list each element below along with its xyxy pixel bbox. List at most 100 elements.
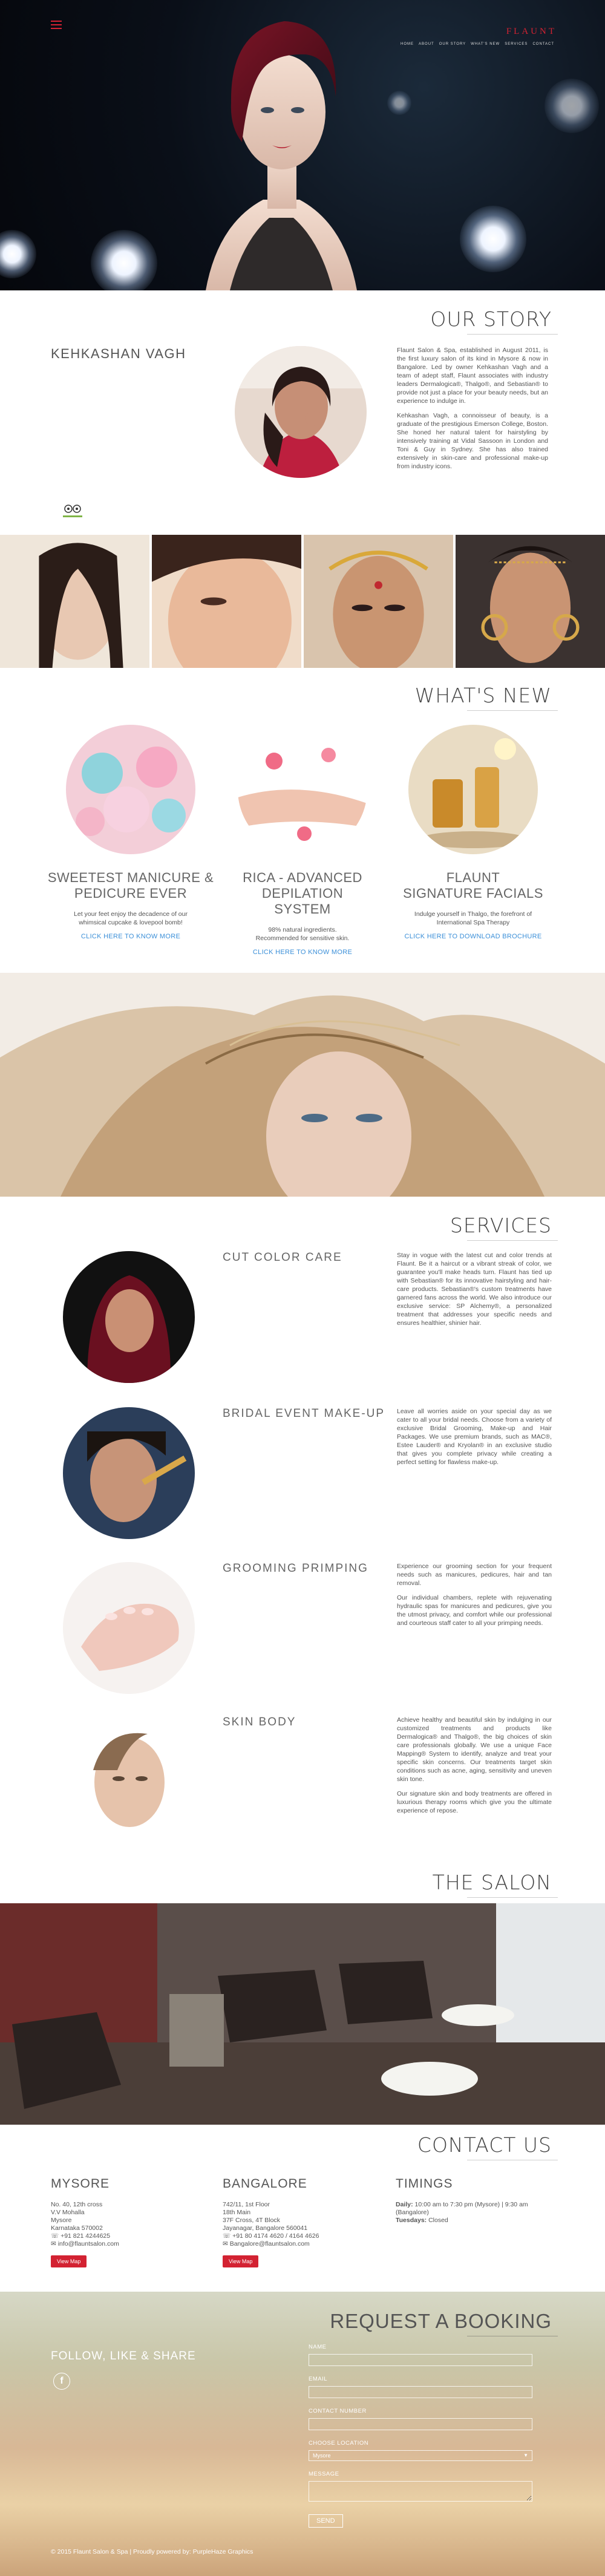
address-line: No. 40, 12th cross	[51, 2201, 103, 2208]
service-text: Stay in vogue with the latest cut and co…	[397, 1251, 552, 1333]
location-value: Mysore	[313, 2453, 331, 2459]
gallery-photo[interactable]	[304, 535, 453, 668]
service-text: Experience our grooming section for your…	[397, 1562, 552, 1633]
address-line: 742/11, 1st Floor	[223, 2201, 270, 2208]
model-illustration	[206, 21, 357, 290]
message-textarea[interactable]	[309, 2481, 532, 2502]
section-title-contact: CONTACT US	[417, 2133, 558, 2160]
mail-icon: ✉	[223, 2240, 230, 2247]
know-more-link[interactable]: CLICK HERE TO KNOW MORE	[46, 933, 215, 940]
download-brochure-link[interactable]: CLICK HERE TO DOWNLOAD BROCHURE	[388, 933, 558, 940]
location-select[interactable]: Mysore ▼	[309, 2450, 532, 2461]
nav-home[interactable]: HOME	[401, 42, 414, 46]
grooming-photo	[63, 1562, 195, 1694]
contact-label: CONTACT NUMBER	[309, 2408, 367, 2414]
skin-body-photo	[63, 1716, 195, 1848]
photo-gallery	[0, 535, 605, 668]
menu-icon[interactable]	[51, 21, 62, 29]
service-paragraph: Leave all worries aside on your special …	[397, 1408, 552, 1466]
nav-about[interactable]: ABOUT	[419, 42, 434, 46]
message-label: MESSAGE	[309, 2471, 339, 2477]
whats-new-card-rica: RICA - ADVANCED DEPILATION SYSTEM 98% na…	[218, 725, 387, 956]
phone-number[interactable]: +91 821 4244625	[60, 2232, 110, 2240]
phone-line: ☏ +91 80 4174 4620 / 4164 4626	[223, 2232, 374, 2240]
address-line: V.V Mohalla	[51, 2209, 85, 2216]
contact-bangalore: BANGALORE 742/11, 1st Floor 18th Main 37…	[223, 2177, 374, 2267]
card-description: International Spa Therapy	[436, 919, 510, 926]
nav-our-story[interactable]: OUR STORY	[439, 42, 466, 46]
facial-products-photo	[408, 725, 538, 854]
card-description: Indulge yourself in Thalgo, the forefron…	[414, 910, 532, 918]
story-paragraph: Flaunt Salon & Spa, established in Augus…	[397, 347, 548, 405]
mail-icon: ✉	[51, 2240, 58, 2247]
footer-text: © 2015 Flaunt Salon & Spa | Proudly powe…	[51, 2548, 253, 2555]
email-input[interactable]	[309, 2386, 532, 2398]
service-paragraph: Experience our grooming section for your…	[397, 1563, 552, 1587]
name-input[interactable]	[309, 2354, 532, 2366]
whats-new-card-manicure: SWEETEST MANICURE & PEDICURE EVER Let yo…	[46, 725, 215, 940]
card-description: 98% natural ingredients.	[268, 926, 337, 933]
email-link[interactable]: info@flauntsalon.com	[58, 2240, 119, 2247]
section-title-whats-new: WHAT'S NEW	[414, 684, 558, 711]
facebook-icon[interactable]: f	[53, 2373, 70, 2390]
chevron-down-icon: ▼	[523, 2453, 528, 2458]
email-label: EMAIL	[309, 2376, 328, 2382]
service-paragraph: Our individual chambers, replete with re…	[397, 1594, 552, 1627]
email-line: ✉ info@flauntsalon.com	[51, 2240, 202, 2248]
gallery-photo[interactable]	[152, 535, 301, 668]
card-title: SYSTEM	[274, 901, 331, 917]
send-button[interactable]: SEND	[309, 2514, 343, 2528]
location-heading: MYSORE	[51, 2177, 110, 2191]
nav-services[interactable]: SERVICES	[505, 42, 528, 46]
bridal-makeup-photo	[63, 1407, 195, 1539]
hair-banner	[0, 973, 605, 1197]
story-text: Flaunt Salon & Spa, established in Augus…	[397, 346, 548, 477]
section-title-booking: REQUEST A BOOKING	[330, 2310, 558, 2336]
card-title: SWEETEST MANICURE &	[47, 870, 214, 885]
follow-heading: FOLLOW, LIKE & SHARE	[51, 2350, 196, 2362]
service-text: Achieve healthy and beautiful skin by in…	[397, 1716, 552, 1821]
top-nav: HOME ABOUT OUR STORY WHAT'S NEW SERVICES…	[401, 42, 554, 46]
address-line: Karnataka 570002	[51, 2225, 103, 2232]
nav-contact[interactable]: CONTACT	[532, 42, 554, 46]
phone-icon: ☏	[51, 2232, 61, 2240]
card-description: whimsical cupcake & lovepool bomb!	[79, 919, 183, 926]
service-name: BRIDAL EVENT MAKE-UP	[223, 1407, 385, 1420]
card-description: Let your feet enjoy the decadence of our	[74, 910, 188, 918]
page: FLAUNT HOME ABOUT OUR STORY WHAT'S NEW S…	[0, 0, 605, 2576]
depilation-photo	[238, 725, 367, 854]
service-name: SKIN BODY	[223, 1716, 296, 1728]
contact-number-input[interactable]	[309, 2418, 532, 2430]
service-name: CUT COLOR CARE	[223, 1251, 342, 1264]
whats-new-card-facials: FLAUNT SIGNATURE FACIALS Indulge yoursel…	[388, 725, 558, 940]
booking-form: NAME EMAIL CONTACT NUMBER CHOOSE LOCATIO…	[309, 2344, 532, 2528]
contact-mysore: MYSORE No. 40, 12th cross V.V Mohalla My…	[51, 2177, 202, 2267]
service-paragraph: Achieve healthy and beautiful skin by in…	[397, 1716, 552, 1783]
know-more-link[interactable]: CLICK HERE TO KNOW MORE	[218, 949, 387, 956]
logo[interactable]: FLAUNT	[506, 27, 557, 37]
hero-banner: FLAUNT HOME ABOUT OUR STORY WHAT'S NEW S…	[0, 0, 605, 290]
timing-line: Tuesdays: Closed	[396, 2217, 448, 2224]
phone-line: ☏ +91 821 4244625	[51, 2232, 202, 2240]
phone-icon: ☏	[223, 2232, 233, 2240]
name-label: NAME	[309, 2344, 327, 2350]
location-heading: BANGALORE	[223, 2177, 307, 2191]
view-map-button[interactable]: View Map	[51, 2255, 87, 2267]
nav-whats-new[interactable]: WHAT'S NEW	[471, 42, 500, 46]
email-line: ✉ Bangalore@flauntsalon.com	[223, 2240, 374, 2248]
card-description: Recommended for sensitive skin.	[255, 935, 350, 942]
tripadvisor-icon[interactable]	[60, 502, 85, 520]
contact-timings: TIMINGS Daily: 10:00 am to 7:30 pm (Myso…	[396, 2177, 547, 2225]
gallery-photo[interactable]	[0, 535, 149, 668]
section-title-our-story: OUR STORY	[430, 307, 558, 335]
phone-number[interactable]: +91 80 4174 4620 / 4164 4626	[232, 2232, 319, 2240]
service-paragraph: Stay in vogue with the latest cut and co…	[397, 1252, 552, 1327]
address-line: Jayanagar, Bangalore 560041	[223, 2225, 308, 2232]
card-title: FLAUNT	[446, 870, 500, 885]
gallery-photo[interactable]	[456, 535, 605, 668]
view-map-button[interactable]: View Map	[223, 2255, 259, 2267]
section-title-services: SERVICES	[450, 1214, 558, 1241]
email-link[interactable]: Bangalore@flauntsalon.com	[230, 2240, 310, 2247]
service-text: Leave all worries aside on your special …	[397, 1407, 552, 1473]
story-paragraph: Kehkashan Vagh, a connoisseur of beauty,…	[397, 412, 548, 470]
